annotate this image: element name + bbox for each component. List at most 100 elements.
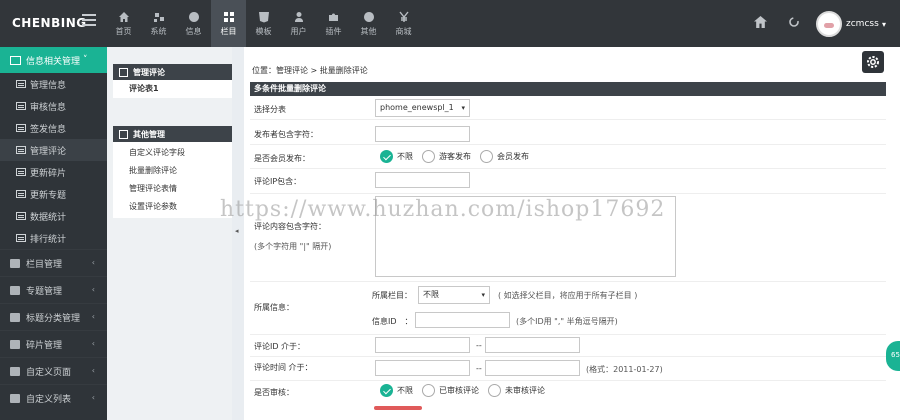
form-row-table: 选择分表 phome_enewspl_1 ▾: [250, 96, 886, 120]
topnav-item[interactable]: 商城: [386, 0, 421, 47]
sidebar-sub-item[interactable]: 管理信息: [0, 73, 107, 95]
panel-splitter[interactable]: ◂: [232, 47, 244, 420]
topnav-item[interactable]: 插件: [316, 0, 351, 47]
topnav-label: 其他: [360, 27, 377, 36]
top-bar: CHENBING 首页 系统 信息 栏目 模板 用户 插件 其他 商城 zcmcss ▾: [0, 0, 900, 47]
html5-icon: [258, 12, 269, 23]
radio-label: 会员发布: [497, 152, 529, 161]
radio-label: 已审核评论: [439, 386, 479, 395]
comment-id-to-input[interactable]: [485, 337, 580, 353]
sidebar-group-item[interactable]: 自定义页面 ‹: [0, 357, 107, 384]
content-label: 评论内容包含字符：: [254, 222, 326, 231]
menu-icon: [10, 366, 20, 376]
topnav-item[interactable]: 其他: [351, 0, 386, 47]
sidebar-group-item[interactable]: 专题管理 ‹: [0, 276, 107, 303]
content-hint: (多个字符用 "|" 隔开): [254, 242, 332, 251]
submit-button[interactable]: [374, 406, 422, 410]
comment-id-from-input[interactable]: [375, 337, 470, 353]
float-badge[interactable]: 65: [886, 341, 900, 371]
breadcrumb-link[interactable]: 管理评论: [276, 66, 308, 75]
subpanel-section-title: 管理评论: [113, 64, 237, 80]
collapse-arrow-icon[interactable]: ◂: [235, 227, 239, 235]
subpanel-link[interactable]: 批量删除评论: [113, 162, 237, 180]
menu-icon: [10, 393, 20, 403]
sidebar-sub-item[interactable]: 排行统计: [0, 227, 107, 249]
sidebar-sub-item[interactable]: 更新专题: [0, 183, 107, 205]
sidebar-group-item[interactable]: 栏目管理 ‹: [0, 249, 107, 276]
user-icon: [294, 12, 303, 22]
topnav-item[interactable]: 模板: [246, 0, 281, 47]
comment-time-label: 评论时间 介于：: [254, 363, 313, 372]
table-select-value: phome_enewspl_1: [380, 103, 454, 112]
refresh-icon[interactable]: [788, 16, 800, 28]
subpanel-link[interactable]: 自定义评论字段: [113, 144, 237, 162]
list-icon: [16, 168, 26, 176]
radio-label: 游客发布: [439, 152, 471, 161]
breadcrumb-prefix: 位置：: [252, 66, 276, 75]
sidebar-group-info-manage[interactable]: 信息相关管理 ˅: [0, 47, 107, 73]
table-select[interactable]: phome_enewspl_1 ▾: [375, 99, 470, 117]
sub-panel: 管理评论 评论表1 其他管理 自定义评论字段 批量删除评论 管理评论表情 设置评论参数: [107, 47, 237, 420]
subpanel-section-title: 其他管理: [113, 126, 237, 142]
menu-icon: [10, 312, 20, 322]
chevron-left-icon: ‹: [91, 366, 95, 375]
topnav-item[interactable]: 信息: [176, 0, 211, 47]
radio-audit-approved[interactable]: 已审核评论: [422, 384, 479, 397]
menu-icon: [10, 258, 20, 268]
sidebar-sub-label: 排行统计: [30, 234, 67, 245]
form-row-comment-id: 评论ID 介于： --: [250, 335, 886, 357]
radio-unchecked-icon: [480, 150, 493, 163]
form-row-is-member: 是否会员发布： 不限 游客发布 会员发布: [250, 145, 886, 169]
list-icon: [16, 146, 26, 154]
infoid-input[interactable]: [415, 312, 510, 328]
breadcrumb-current: 批量删除评论: [319, 66, 368, 75]
topnav-item[interactable]: 系统: [141, 0, 176, 47]
ip-input[interactable]: [375, 172, 470, 188]
publisher-input[interactable]: [375, 126, 470, 142]
ip-label: 评论IP包含：: [254, 177, 302, 186]
menu-toggle-icon[interactable]: [82, 14, 96, 26]
radio-checked-icon: [380, 384, 393, 397]
radio-unchecked-icon: [422, 150, 435, 163]
sidebar-group-label: 专题管理: [26, 286, 63, 297]
sidebar-group-label: 碎片管理: [26, 340, 63, 351]
sidebar-group-item[interactable]: 碎片管理 ‹: [0, 330, 107, 357]
topnav-item[interactable]: 首页: [106, 0, 141, 47]
topnav-label: 商城: [395, 27, 412, 36]
sidebar-sub-item[interactable]: 更新碎片: [0, 161, 107, 183]
chevron-down-icon[interactable]: ▾: [882, 20, 886, 29]
comment-time-to-input[interactable]: [485, 360, 580, 376]
chevron-down-icon: ▾: [461, 104, 465, 112]
topnav-item[interactable]: 用户: [281, 0, 316, 47]
globe-icon: [188, 12, 199, 22]
subpanel-link[interactable]: 设置评论参数: [113, 198, 237, 216]
list-icon: [16, 190, 26, 198]
radio-label: 不限: [397, 152, 413, 161]
topnav-label: 模板: [255, 27, 272, 36]
subpanel-link[interactable]: 评论表1: [113, 80, 237, 98]
column-hint: ( 如选择父栏目，将应用于所有子栏目 ): [498, 291, 638, 300]
radio-is-member-guest[interactable]: 游客发布: [422, 150, 471, 163]
subpanel-link[interactable]: 管理评论表情: [113, 180, 237, 198]
sidebar-sub-label: 更新专题: [30, 190, 67, 201]
comment-time-from-input[interactable]: [375, 360, 470, 376]
username[interactable]: zcmcss: [846, 19, 879, 29]
avatar[interactable]: [816, 11, 842, 37]
sidebar-group-item[interactable]: 标题分类管理 ‹: [0, 303, 107, 330]
sidebar-sub-item[interactable]: 数据统计: [0, 205, 107, 227]
radio-is-member-member[interactable]: 会员发布: [480, 150, 529, 163]
sidebar-sub-item[interactable]: 审核信息: [0, 95, 107, 117]
list-icon: [16, 124, 26, 132]
radio-audit-unapproved[interactable]: 未审核评论: [488, 384, 545, 397]
gear-icon[interactable]: [862, 51, 884, 73]
column-select[interactable]: 不限 ▾: [418, 286, 490, 304]
radio-is-member-any[interactable]: 不限: [380, 150, 413, 163]
home-icon[interactable]: [754, 16, 767, 28]
topnav-item[interactable]: 栏目: [211, 0, 246, 47]
sidebar-sub-item[interactable]: 管理评论: [0, 139, 107, 161]
column-select-value: 不限: [423, 290, 439, 299]
sidebar-sub-item[interactable]: 签发信息: [0, 117, 107, 139]
radio-audit-any[interactable]: 不限: [380, 384, 413, 397]
sidebar-group-item[interactable]: 自定义列表 ‹: [0, 384, 107, 411]
sidebar-sub-list: 管理信息 审核信息 签发信息 管理评论 更新碎片更新专题数据统计排行统计: [0, 73, 107, 249]
